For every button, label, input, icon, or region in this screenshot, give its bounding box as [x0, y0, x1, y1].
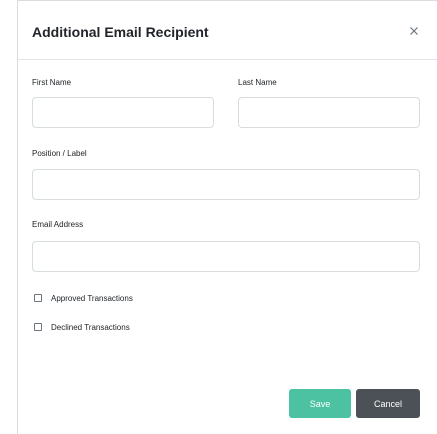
approved-transactions-checkbox[interactable]: [34, 294, 42, 302]
save-button[interactable]: Save: [289, 389, 351, 418]
dialog-title: Additional Email Recipient: [32, 24, 209, 40]
position-field[interactable]: [32, 169, 420, 200]
declined-transactions-option[interactable]: Declined Transactions: [34, 320, 130, 334]
last-name-field[interactable]: [238, 97, 420, 128]
email-address-field[interactable]: [32, 241, 420, 272]
declined-transactions-checkbox[interactable]: [34, 323, 42, 331]
first-name-label: First Name: [32, 78, 72, 87]
position-label: Position / Label: [32, 149, 87, 158]
email-address-label: Email Address: [32, 220, 84, 229]
close-icon[interactable]: [406, 23, 422, 39]
dialog-header: Additional Email Recipient: [18, 1, 437, 60]
first-name-field[interactable]: [32, 97, 214, 128]
last-name-label: Last Name: [238, 78, 277, 87]
cancel-button[interactable]: Cancel: [356, 389, 420, 418]
additional-email-recipient-dialog: Additional Email Recipient First Name La…: [17, 0, 437, 434]
approved-transactions-label: Approved Transactions: [51, 293, 133, 303]
declined-transactions-label: Declined Transactions: [51, 322, 130, 332]
approved-transactions-option[interactable]: Approved Transactions: [34, 291, 133, 305]
